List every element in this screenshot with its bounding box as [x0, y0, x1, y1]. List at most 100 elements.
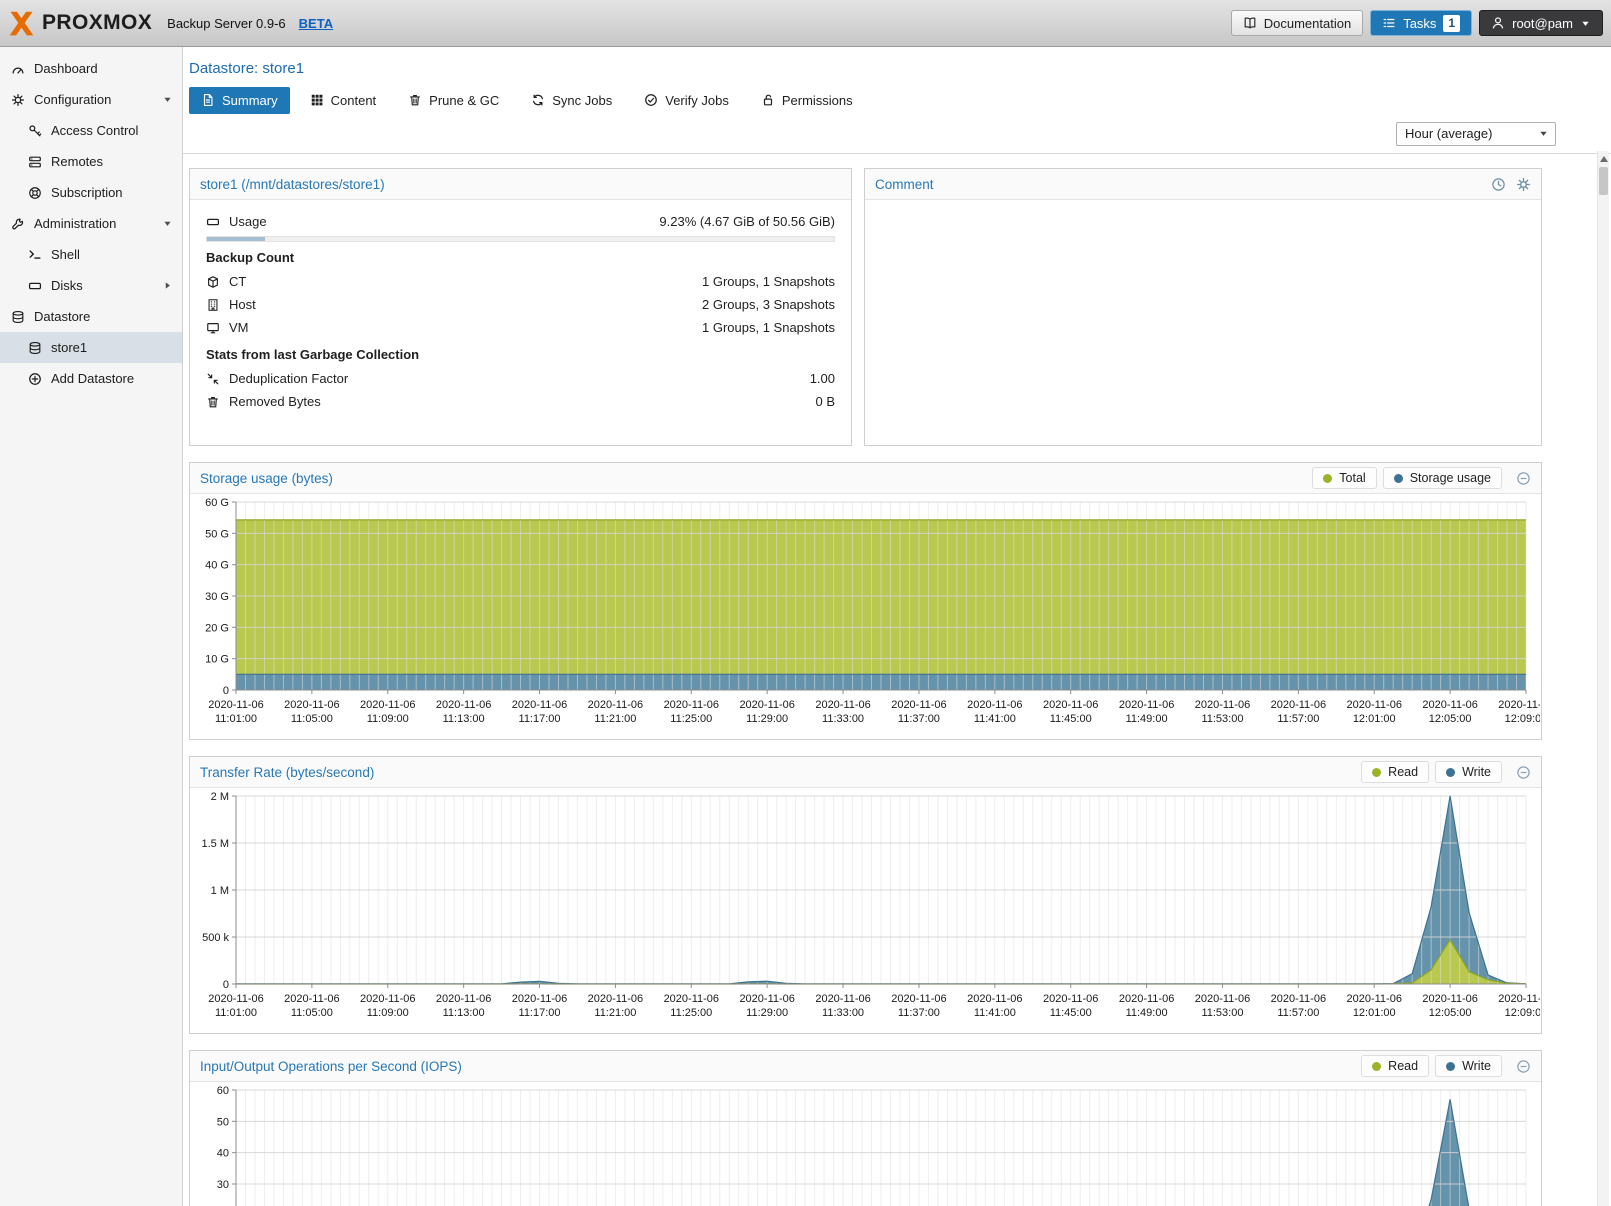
svg-text:11:45:00: 11:45:00	[1050, 713, 1092, 725]
svg-text:2020-11-06: 2020-11-06	[1347, 699, 1402, 711]
svg-text:2020-11-06: 2020-11-06	[815, 993, 870, 1005]
svg-text:11:45:00: 11:45:00	[1050, 1007, 1092, 1019]
scrollbar-thumb[interactable]	[1599, 167, 1608, 195]
sidebar-item-label: Administration	[34, 216, 116, 231]
panel-title: Comment	[875, 177, 934, 192]
sidebar-item-remotes[interactable]: Remotes	[0, 146, 182, 177]
beta-link[interactable]: BETA	[299, 16, 333, 31]
documentation-button[interactable]: Documentation	[1231, 10, 1363, 36]
scroll-up-arrow[interactable]	[1600, 156, 1608, 162]
sidebar-item-add-datastore[interactable]: Add Datastore	[0, 363, 182, 394]
svg-text:2020-11-06: 2020-11-06	[1195, 699, 1250, 711]
legend-dot	[1394, 474, 1403, 483]
tab-label: Content	[331, 93, 377, 108]
panel-title: Storage usage (bytes)	[200, 471, 333, 486]
chevron-down-icon	[1538, 128, 1549, 139]
book-icon	[1243, 16, 1257, 30]
svg-text:40: 40	[217, 1148, 229, 1160]
legend-dot	[1323, 474, 1332, 483]
server-rows-icon	[28, 155, 42, 169]
svg-text:2 M: 2 M	[211, 791, 229, 803]
legend-dot	[1372, 768, 1381, 777]
legend-item-read[interactable]: Read	[1361, 1055, 1429, 1077]
svg-text:2020-11-06: 2020-11-06	[284, 699, 339, 711]
legend-item-storage-usage[interactable]: Storage usage	[1383, 467, 1502, 489]
sidebar-item-disks[interactable]: Disks	[0, 270, 182, 301]
collapse-icon[interactable]	[1516, 471, 1531, 486]
svg-text:12:01:00: 12:01:00	[1353, 1007, 1396, 1019]
sidebar-item-store1[interactable]: store1	[0, 332, 182, 363]
svg-text:2020-11-06: 2020-11-06	[284, 993, 339, 1005]
tasks-button[interactable]: Tasks 1	[1370, 10, 1472, 36]
tab-permissions[interactable]: Permissions	[749, 87, 865, 114]
svg-text:2020-11-06: 2020-11-06	[1043, 993, 1098, 1005]
panel-header: store1 (/mnt/datastores/store1)	[190, 169, 851, 200]
legend-item-write[interactable]: Write	[1435, 761, 1502, 783]
svg-text:2020-11-06: 2020-11-06	[208, 699, 263, 711]
svg-text:1.5 M: 1.5 M	[201, 838, 229, 850]
svg-text:2020-11-06: 2020-11-06	[360, 699, 415, 711]
iops-panel: Input/Output Operations per Second (IOPS…	[189, 1050, 1542, 1206]
vertical-scrollbar[interactable]	[1597, 151, 1609, 1206]
sidebar-item-subscription[interactable]: Subscription	[0, 177, 182, 208]
sidebar-item-shell[interactable]: Shell	[0, 239, 182, 270]
gear-icon[interactable]	[1516, 177, 1531, 192]
legend-item-write[interactable]: Write	[1435, 1055, 1502, 1077]
sidebar-item-label: Shell	[51, 247, 80, 262]
comment-body[interactable]	[865, 200, 1541, 445]
tab-verify-jobs[interactable]: Verify Jobs	[632, 87, 741, 114]
comment-panel-tools	[1491, 177, 1531, 192]
tab-bar: Summary Content Prune & GC Sync Jobs Ver…	[189, 86, 1611, 114]
tab-sync-jobs[interactable]: Sync Jobs	[519, 87, 624, 114]
svg-text:2020-11-06: 2020-11-06	[208, 993, 263, 1005]
svg-text:11:53:00: 11:53:00	[1201, 713, 1243, 725]
tab-prune-gc[interactable]: Prune & GC	[396, 87, 511, 114]
user-label: root@pam	[1512, 16, 1573, 31]
key-icon	[28, 124, 42, 138]
legend-item-read[interactable]: Read	[1361, 761, 1429, 783]
collapse-icon[interactable]	[1516, 1059, 1531, 1074]
sidebar-item-access-control[interactable]: Access Control	[0, 115, 182, 146]
vm-count-row: VM 1 Groups, 1 Snapshots	[206, 316, 835, 339]
svg-text:2020-11-06: 2020-11-06	[967, 699, 1022, 711]
trash-icon	[408, 93, 422, 107]
summary-panels: store1 (/mnt/datastores/store1) Usage 9.…	[189, 168, 1542, 446]
timeframe-select[interactable]: Hour (average)	[1396, 122, 1556, 146]
svg-text:11:57:00: 11:57:00	[1277, 1007, 1319, 1019]
panel-title: store1 (/mnt/datastores/store1)	[200, 177, 385, 192]
svg-text:12:09:00: 12:09:00	[1505, 1007, 1540, 1019]
tab-content[interactable]: Content	[298, 87, 389, 114]
svg-text:60: 60	[217, 1085, 229, 1097]
tab-summary[interactable]: Summary	[189, 87, 290, 114]
history-icon[interactable]	[1491, 177, 1506, 192]
legend-label: Read	[1388, 1059, 1418, 1073]
svg-text:50: 50	[217, 1116, 229, 1128]
svg-text:11:21:00: 11:21:00	[594, 713, 636, 725]
chevron-down-icon	[162, 218, 173, 229]
svg-text:11:33:00: 11:33:00	[822, 1007, 864, 1019]
compress-icon	[206, 372, 220, 386]
svg-text:11:37:00: 11:37:00	[898, 1007, 940, 1019]
svg-text:2020-11-06: 2020-11-06	[436, 699, 491, 711]
svg-text:2020-11-06: 2020-11-06	[1347, 993, 1402, 1005]
svg-text:11:21:00: 11:21:00	[594, 1007, 636, 1019]
sidebar-item-datastore[interactable]: Datastore	[0, 301, 182, 332]
plus-circle-icon	[28, 372, 42, 386]
svg-text:20 G: 20 G	[205, 622, 229, 634]
host-count-row: Host 2 Groups, 3 Snapshots	[206, 293, 835, 316]
sidebar-item-administration[interactable]: Administration	[0, 208, 182, 239]
user-menu-button[interactable]: root@pam	[1479, 10, 1603, 36]
hdd-icon	[28, 279, 42, 293]
svg-text:11:01:00: 11:01:00	[215, 713, 257, 725]
collapse-icon[interactable]	[1516, 765, 1531, 780]
sidebar-item-configuration[interactable]: Configuration	[0, 84, 182, 115]
tab-label: Verify Jobs	[665, 93, 729, 108]
count-value: 2 Groups, 3 Snapshots	[702, 297, 835, 312]
legend-item-total[interactable]: Total	[1312, 467, 1376, 489]
svg-text:11:25:00: 11:25:00	[670, 1007, 712, 1019]
chevron-down-icon	[1580, 18, 1591, 29]
svg-text:2020-11-06: 2020-11-06	[1498, 699, 1540, 711]
sidebar-item-dashboard[interactable]: Dashboard	[0, 53, 182, 84]
sidebar-item-label: Datastore	[34, 309, 90, 324]
user-icon	[1491, 16, 1505, 30]
